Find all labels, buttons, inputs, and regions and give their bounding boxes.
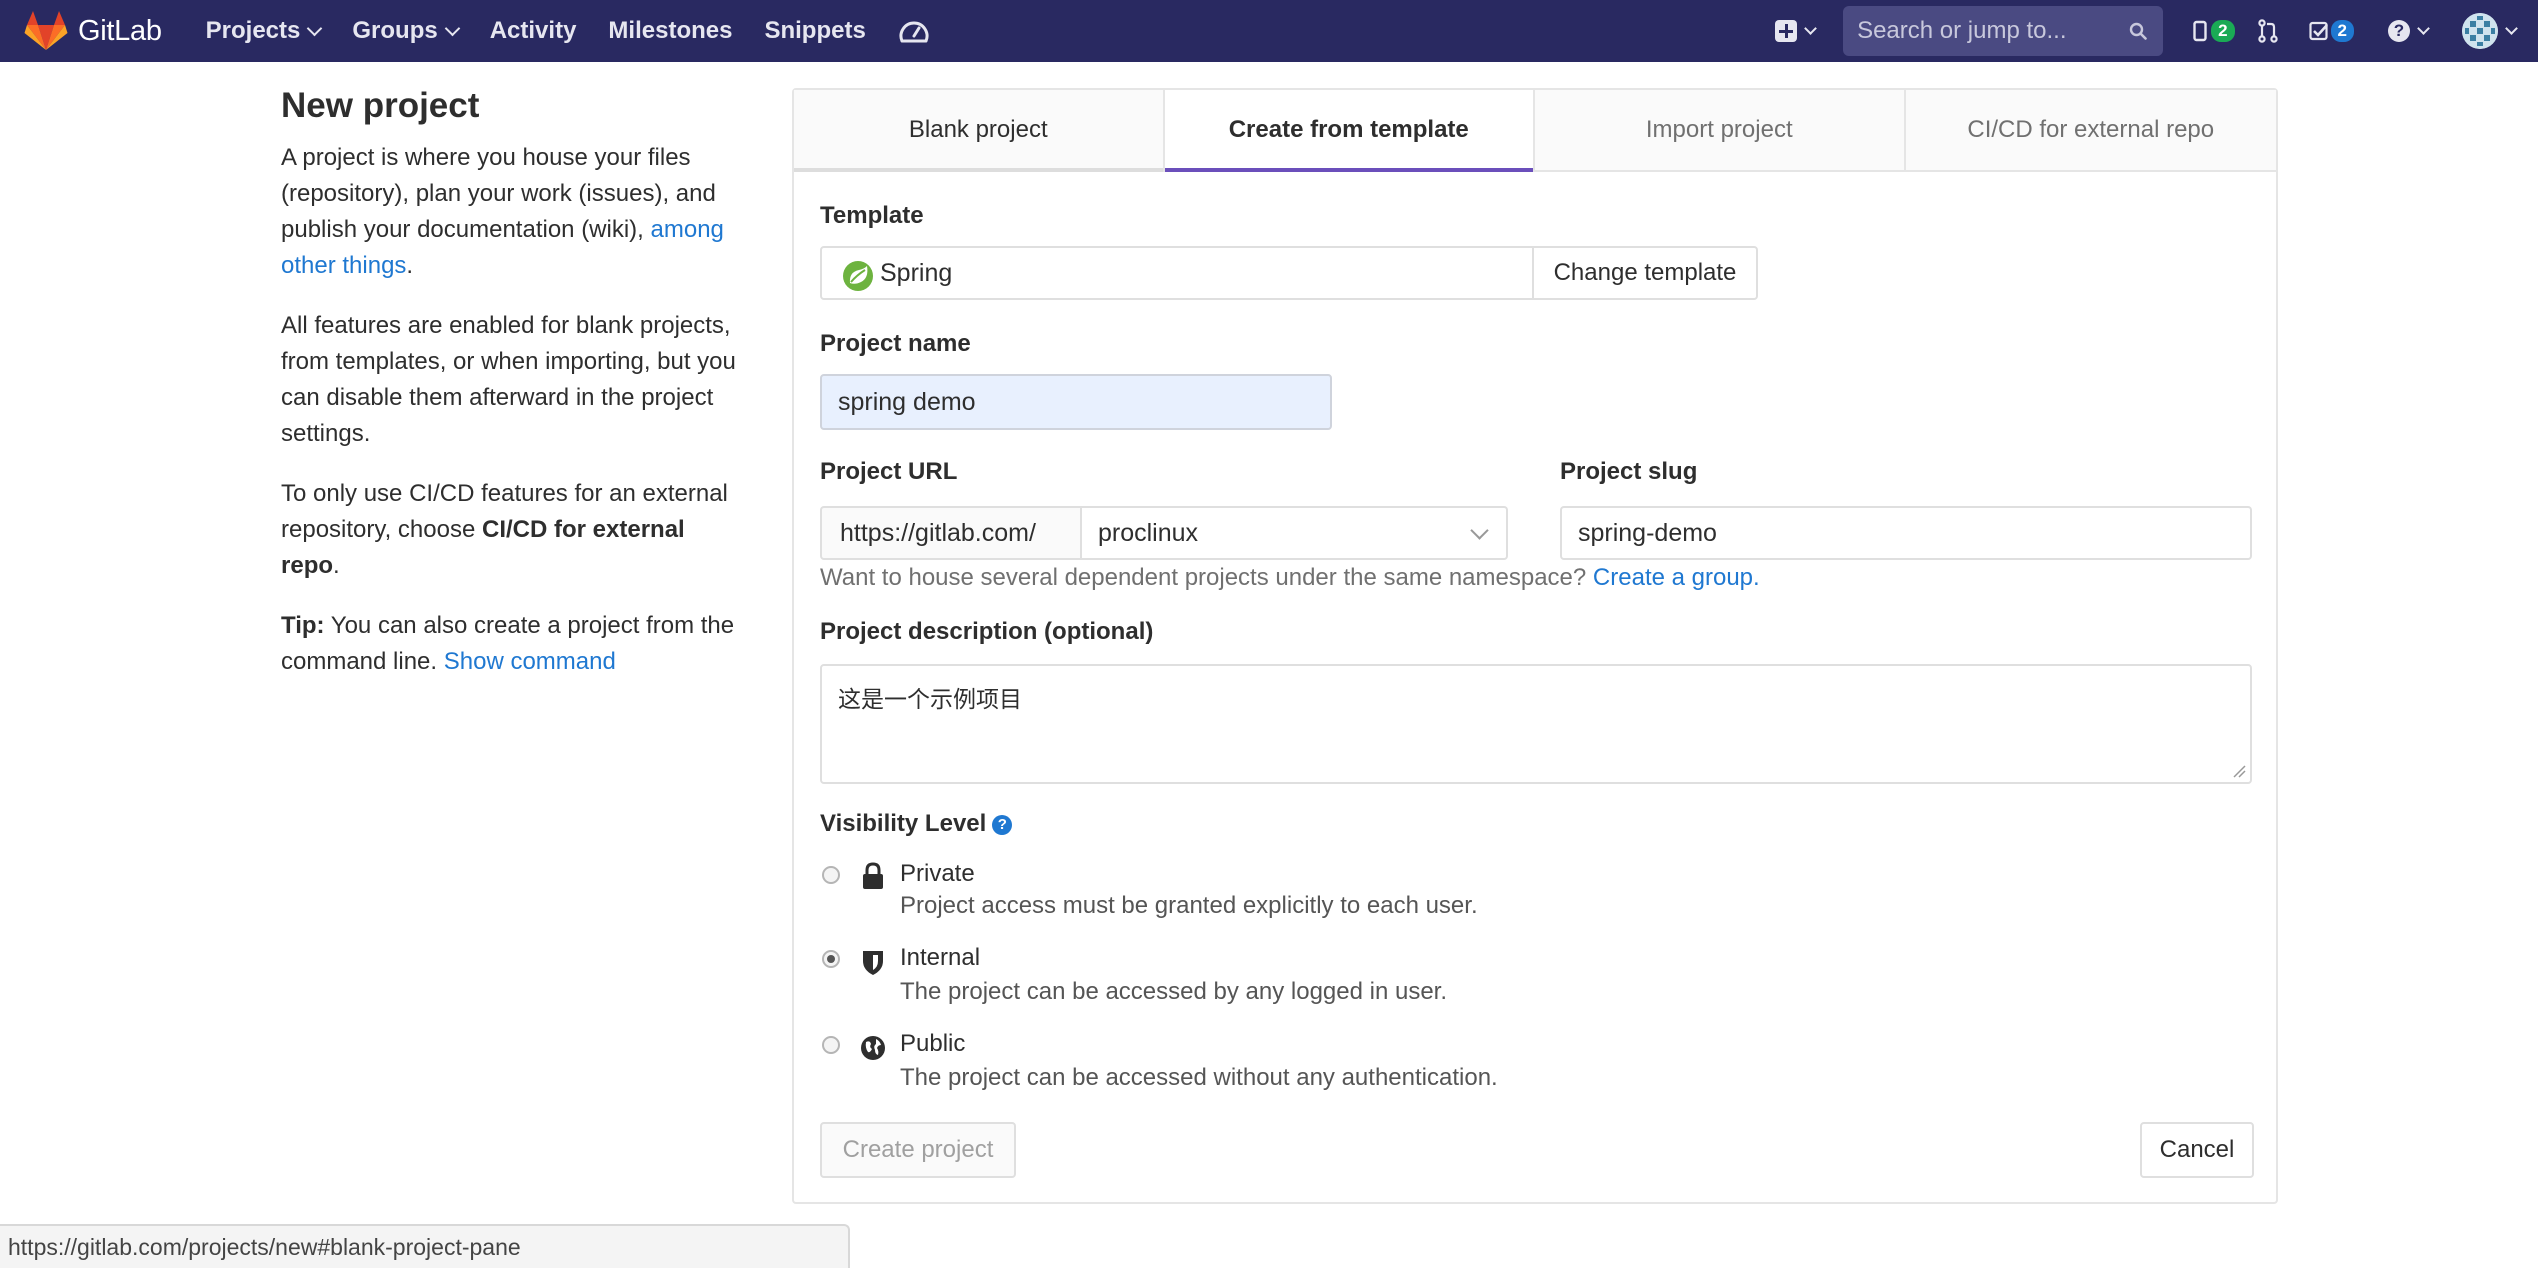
chevron-down-icon [1804, 22, 1817, 35]
issues-icon [2193, 20, 2207, 42]
tab-import-project[interactable]: Import project [1535, 90, 1906, 170]
nav-groups-label: Groups [352, 17, 438, 44]
nav-milestones[interactable]: Milestones [608, 17, 732, 45]
tab-blank-project[interactable]: Blank project [794, 90, 1165, 172]
admin-dashboard-button[interactable] [898, 17, 930, 45]
browser-status-url: https://gitlab.com/projects/new#blank-pr… [0, 1224, 850, 1268]
help-dropdown-button[interactable]: ? [2388, 20, 2430, 42]
resize-handle-icon[interactable] [2232, 764, 2246, 778]
project-description-textarea[interactable]: 这是一个示例项目 [820, 664, 2252, 784]
description-value: 这是一个示例项目 [838, 687, 1022, 713]
create-group-link[interactable]: Create a group. [1593, 564, 1760, 591]
intro-paragraph-1: A project is where you house your files … [281, 140, 741, 284]
help-icon: ? [2388, 20, 2410, 42]
chevron-down-icon [1470, 521, 1489, 540]
brand-link[interactable]: GitLab [24, 11, 162, 51]
todos-button[interactable]: 2 [2308, 20, 2354, 42]
chevron-down-icon [307, 20, 323, 36]
visibility-public-desc: The project can be accessed without any … [900, 1064, 1498, 1091]
visibility-public-title: Public [900, 1030, 966, 1057]
visibility-private-radio[interactable] [822, 866, 840, 884]
nav-projects[interactable]: Projects [205, 17, 323, 45]
brand-name: GitLab [78, 14, 162, 47]
nav-activity-label: Activity [489, 17, 577, 44]
intro-paragraph-2: All features are enabled for blank proje… [281, 312, 736, 447]
url-prefix: https://gitlab.com/ [820, 506, 1082, 560]
nav-projects-label: Projects [205, 17, 301, 44]
dashboard-gauge-icon [899, 21, 929, 43]
project-tabs: Blank project Create from template Impor… [794, 90, 2276, 172]
main-nav: Projects Groups Activity Milestones Snip… [206, 0, 962, 62]
intro-paragraph-3: To only use CI/CD features for an extern… [281, 476, 741, 584]
intro-tip: Tip: You can also create a project from … [281, 608, 741, 680]
new-project-panel: Blank project Create from template Impor… [792, 88, 2278, 1204]
change-template-button[interactable]: Change template [1532, 246, 1758, 300]
nav-milestones-label: Milestones [608, 17, 733, 44]
create-group-hint: Want to house several dependent projects… [820, 564, 1760, 592]
gitlab-logo-icon [24, 11, 68, 50]
todo-check-icon [2308, 21, 2328, 41]
template-label: Template [820, 202, 924, 229]
cancel-button[interactable]: Cancel [2140, 1122, 2254, 1178]
page-title: New project [281, 86, 480, 125]
globe-icon [861, 1036, 885, 1060]
project-description-label: Project description (optional) [820, 618, 1154, 645]
avatar [2462, 13, 2498, 49]
tab-create-from-template[interactable]: Create from template [1164, 90, 1535, 172]
search-icon [2129, 22, 2147, 40]
user-menu-button[interactable] [2462, 13, 2518, 49]
project-url-label: Project URL [820, 458, 958, 485]
question-icon[interactable]: ? [992, 814, 1013, 835]
visibility-internal-radio[interactable] [822, 950, 840, 968]
show-command-link[interactable]: Show command [444, 648, 616, 675]
intro-p1-end: . [406, 252, 414, 279]
search-input[interactable] [1857, 17, 2108, 45]
chevron-down-icon [2417, 22, 2430, 35]
create-project-button[interactable]: Create project [820, 1122, 1016, 1178]
visibility-private-title: Private [900, 860, 975, 887]
shield-icon [863, 951, 883, 975]
issues-button[interactable]: 2 [2193, 20, 2235, 42]
nav-activity[interactable]: Activity [490, 17, 577, 45]
template-display: Spring [820, 246, 1534, 300]
intro-column: New project A project is where you house… [281, 84, 741, 704]
spring-logo-icon [843, 261, 873, 291]
visibility-public-radio[interactable] [822, 1036, 840, 1054]
chevron-down-icon [2505, 22, 2518, 35]
namespace-value: proclinux [1098, 518, 1199, 547]
project-slug-input[interactable]: spring-demo [1560, 506, 2252, 560]
chevron-down-icon [444, 20, 460, 36]
new-dropdown-button[interactable] [1775, 20, 1817, 42]
navbar-right: 2 2 ? [1775, 0, 2538, 62]
group-hint-text: Want to house several dependent projects… [820, 564, 1593, 591]
todos-count-badge: 2 [2330, 20, 2354, 42]
merge-request-icon [2257, 19, 2278, 43]
visibility-label-text: Visibility Level [820, 810, 987, 837]
visibility-level-label: Visibility Level? [820, 810, 1013, 838]
top-navbar: GitLab Projects Groups Activity Mileston… [0, 0, 2538, 62]
nav-snippets[interactable]: Snippets [764, 17, 865, 45]
nav-groups[interactable]: Groups [352, 17, 460, 45]
template-name: Spring [880, 258, 953, 287]
project-name-input[interactable]: spring demo [820, 374, 1332, 430]
namespace-select[interactable]: proclinux [1080, 506, 1508, 560]
project-slug-label: Project slug [1560, 458, 1698, 485]
visibility-internal-desc: The project can be accessed by any logge… [900, 978, 1448, 1005]
visibility-private-desc: Project access must be granted explicitl… [900, 892, 1478, 919]
nav-snippets-label: Snippets [764, 17, 866, 44]
issues-count-badge: 2 [2211, 20, 2235, 42]
project-name-label: Project name [820, 330, 971, 357]
tab-cicd-external-repo[interactable]: CI/CD for external repo [1906, 90, 2277, 170]
search-box[interactable] [1843, 6, 2164, 56]
lock-icon [863, 862, 883, 889]
merge-requests-button[interactable] [2257, 19, 2279, 43]
plus-square-icon [1775, 20, 1798, 42]
intro-p3-end: . [333, 552, 340, 579]
visibility-internal-title: Internal [900, 944, 981, 971]
tip-label: Tip: [281, 612, 325, 639]
